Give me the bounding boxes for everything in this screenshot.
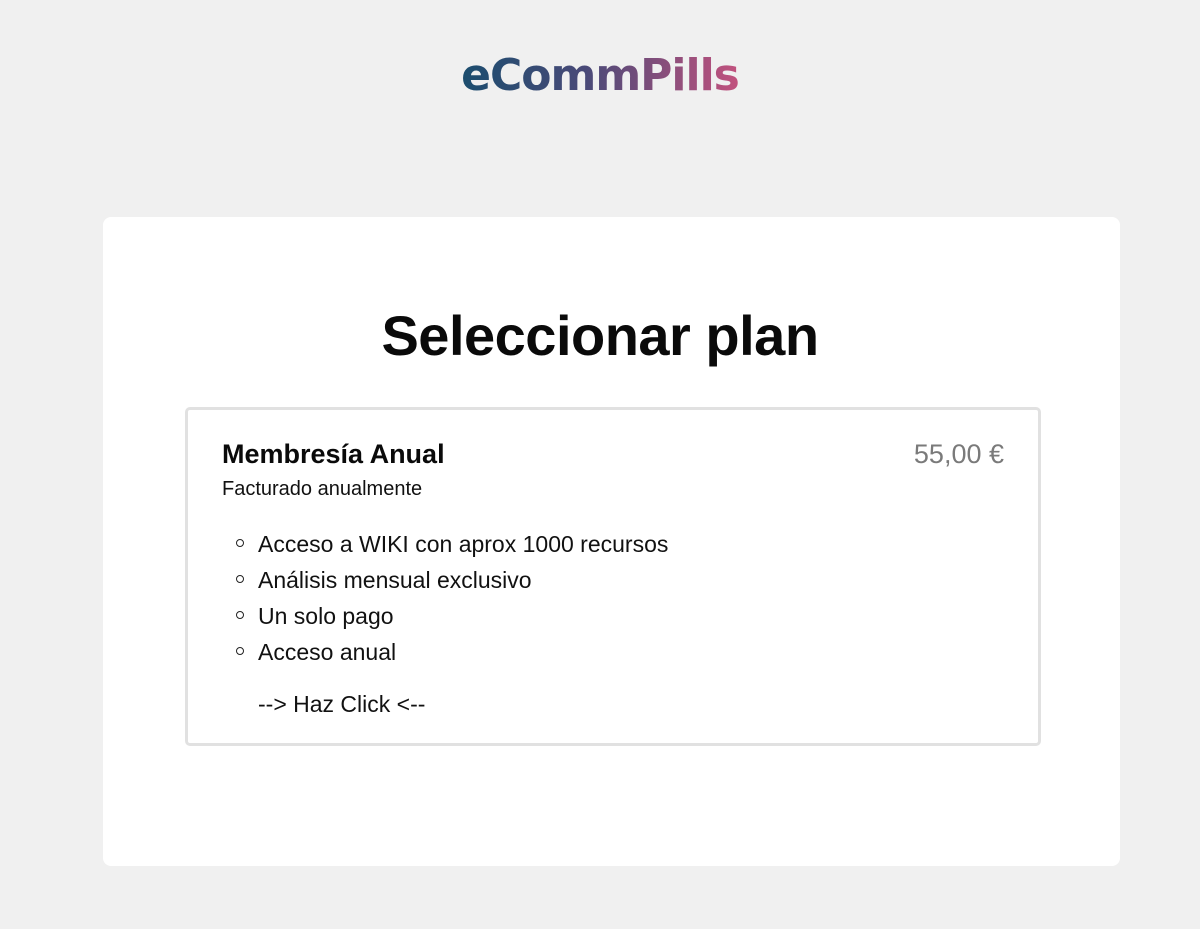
plan-feature-text: Análisis mensual exclusivo bbox=[258, 567, 532, 593]
plan-feature-text: Acceso a WIKI con aprox 1000 recursos bbox=[258, 531, 669, 557]
plan-billing-period: Facturado anualmente bbox=[222, 478, 423, 500]
plan-feature-text: Acceso anual bbox=[258, 639, 397, 665]
hollow-circle-icon bbox=[236, 539, 244, 547]
header: eCommPills bbox=[0, 48, 1200, 104]
brand-logo[interactable]: eCommPills bbox=[461, 48, 740, 104]
plan-option-annual-membership[interactable]: Membresía Anual 55,00 € Facturado anualm… bbox=[185, 407, 1041, 746]
plan-feature-text: Un solo pago bbox=[258, 603, 394, 629]
plan-feature-item: Un solo pago bbox=[222, 598, 668, 634]
plan-feature-list: Acceso a WIKI con aprox 1000 recursos An… bbox=[222, 526, 668, 670]
plan-price: 55,00 € bbox=[913, 439, 1004, 469]
plan-feature-item: Análisis mensual exclusivo bbox=[222, 562, 668, 598]
hollow-circle-icon bbox=[236, 575, 244, 583]
hollow-circle-icon bbox=[236, 611, 244, 619]
hollow-circle-icon bbox=[236, 647, 244, 655]
plan-feature-item: Acceso a WIKI con aprox 1000 recursos bbox=[222, 526, 668, 562]
plan-cta-link[interactable]: --> Haz Click <-- bbox=[258, 686, 425, 722]
page-title: Seleccionar plan bbox=[381, 304, 819, 367]
plan-name: Membresía Anual bbox=[222, 439, 445, 469]
plan-feature-item: Acceso anual bbox=[222, 634, 668, 670]
